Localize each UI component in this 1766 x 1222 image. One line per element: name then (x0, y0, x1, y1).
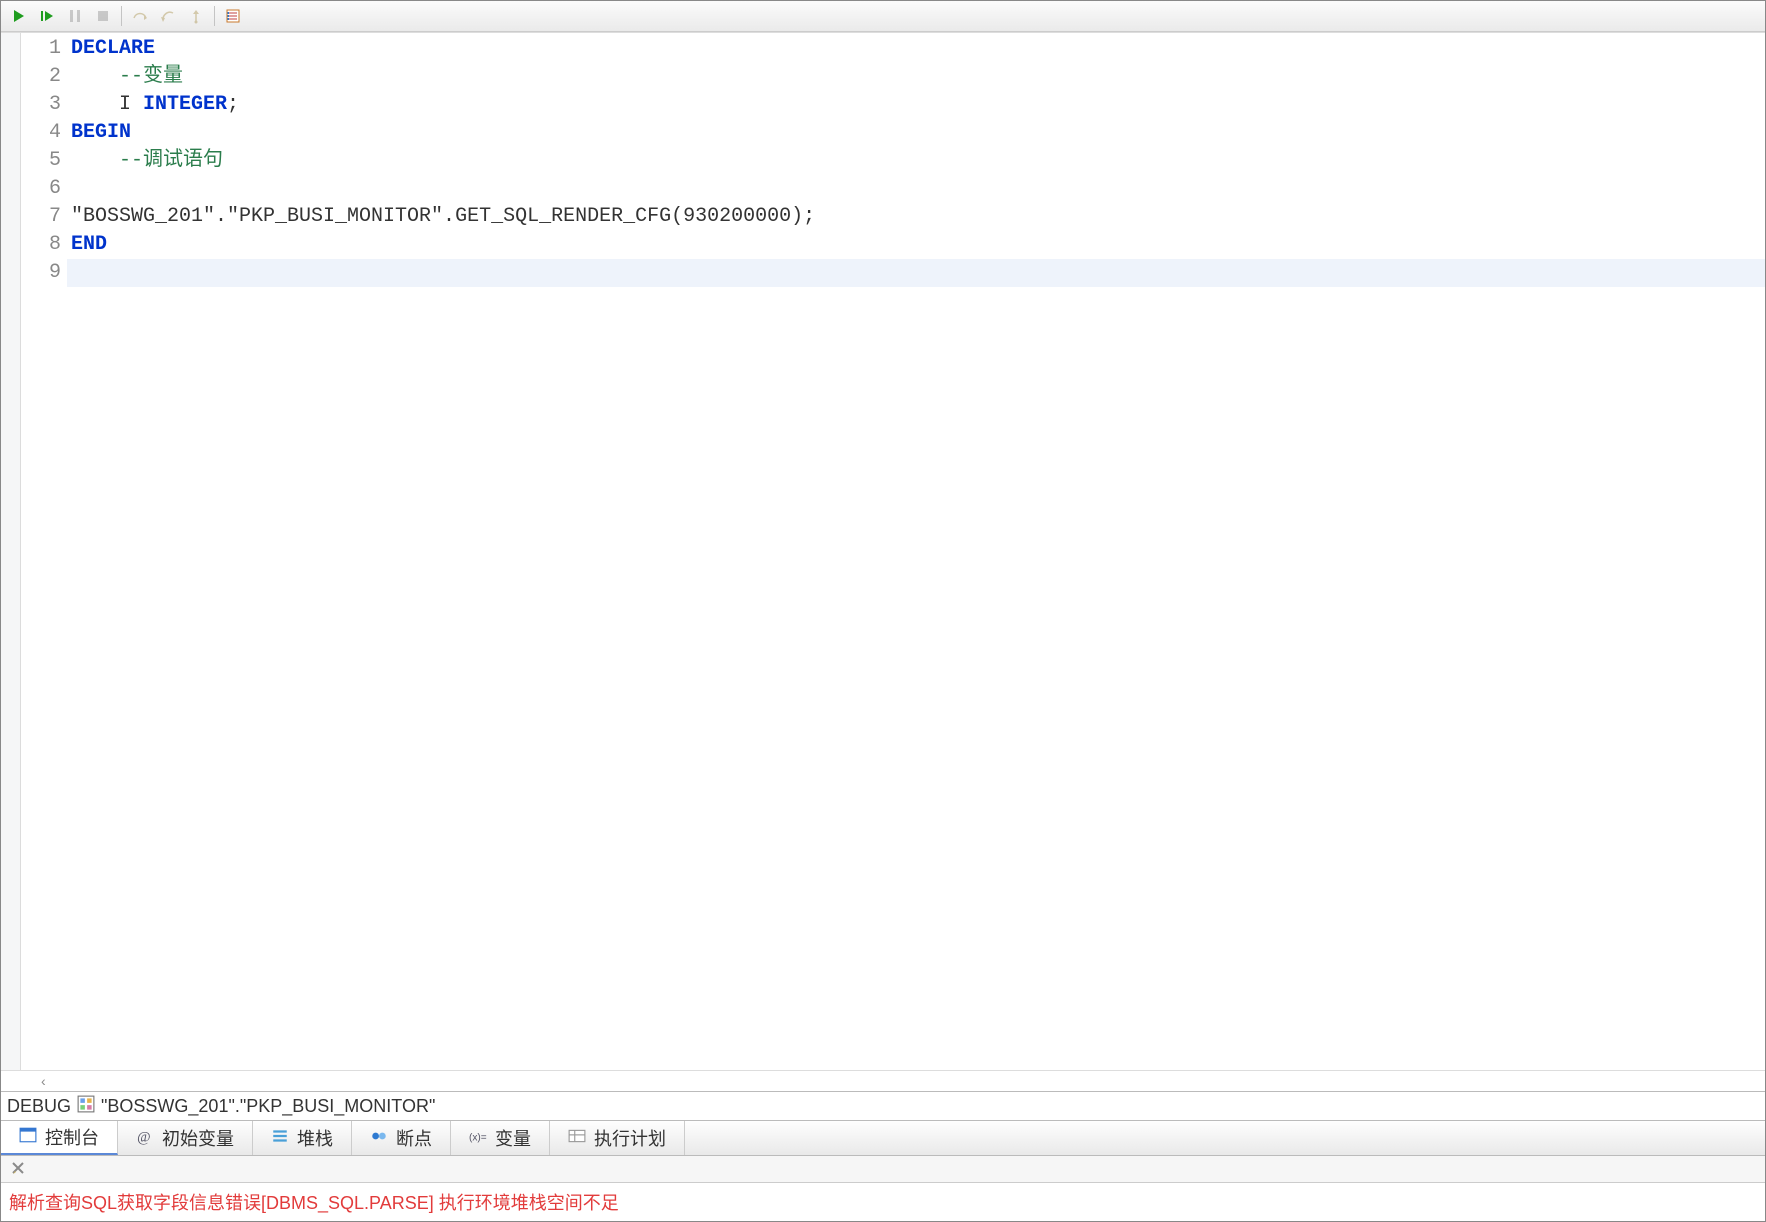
line-content[interactable]: "BOSSWG_201"."PKP_BUSI_MONITOR".GET_SQL_… (67, 203, 1765, 231)
step-into-button[interactable] (35, 4, 59, 28)
line-number: 6 (21, 175, 67, 203)
app-root: 1DECLARE2 --变量3 I INTEGER;4BEGIN5 --调试语句… (0, 0, 1766, 1222)
line-number: 8 (21, 231, 67, 259)
tab-label: 初始变量 (162, 1125, 234, 1151)
step-over-button[interactable] (128, 4, 152, 28)
initvars-icon: @ (136, 1127, 154, 1150)
step-over-icon (132, 8, 148, 24)
clear-console-icon (10, 1160, 26, 1179)
line-content[interactable]: BEGIN (67, 119, 1765, 147)
code-line[interactable]: 6 (21, 175, 1765, 203)
step-out-icon (188, 8, 204, 24)
debug-target: "BOSSWG_201"."PKP_BUSI_MONITOR" (101, 1096, 435, 1117)
line-number: 4 (21, 119, 67, 147)
bottom-tab-bar: 控制台 @ 初始变量 堆栈 断点 (x)= 变量 执行计划 (1, 1121, 1765, 1156)
tab-vars[interactable]: (x)= 变量 (451, 1121, 550, 1155)
step-return-button[interactable] (156, 4, 180, 28)
line-content[interactable]: --变量 (67, 63, 1765, 91)
debug-label: DEBUG (7, 1096, 71, 1117)
tab-label: 变量 (495, 1125, 531, 1151)
code-line[interactable]: ○7"BOSSWG_201"."PKP_BUSI_MONITOR".GET_SQ… (21, 203, 1765, 231)
step-out-button[interactable] (184, 4, 208, 28)
line-content[interactable]: --调试语句 (67, 147, 1765, 175)
line-content[interactable]: I INTEGER; (67, 91, 1765, 119)
stop-button[interactable] (91, 4, 115, 28)
tab-console[interactable]: 控制台 (1, 1121, 118, 1155)
breakpoint-icon (370, 1127, 388, 1150)
tab-stack[interactable]: 堆栈 (253, 1121, 352, 1155)
step-return-icon (160, 8, 176, 24)
pause-icon (67, 8, 83, 24)
run-button[interactable] (7, 4, 31, 28)
debug-options-icon (225, 8, 241, 24)
stop-icon (95, 8, 111, 24)
line-content[interactable] (67, 175, 1765, 203)
code-line[interactable]: 9 (21, 259, 1765, 287)
vars-icon: (x)= (469, 1127, 487, 1150)
console-icon (19, 1126, 37, 1149)
marker-column (1, 33, 21, 1070)
code-line[interactable]: 5 --调试语句 (21, 147, 1765, 175)
plan-icon (568, 1127, 586, 1150)
line-content[interactable]: DECLARE (67, 35, 1765, 63)
tab-label: 断点 (396, 1125, 432, 1151)
line-number: 3 (21, 91, 67, 119)
tab-label: 堆栈 (297, 1125, 333, 1151)
tab-explain[interactable]: 执行计划 (550, 1121, 685, 1155)
tab-label: 控制台 (45, 1124, 99, 1150)
svg-text:@: @ (137, 1129, 150, 1144)
toolbar (1, 1, 1765, 32)
code-line[interactable]: 8END (21, 231, 1765, 259)
debug-options-button[interactable] (221, 4, 245, 28)
chevron-left-icon: ‹ (41, 1073, 46, 1089)
stack-icon (271, 1127, 289, 1150)
debug-status-bar: DEBUG "BOSSWG_201"."PKP_BUSI_MONITOR" (1, 1091, 1765, 1121)
toolbar-separator (121, 6, 122, 26)
step-into-icon (39, 8, 55, 24)
toolbar-separator (214, 6, 215, 26)
code-line[interactable]: 1DECLARE (21, 35, 1765, 63)
pause-button[interactable] (63, 4, 87, 28)
tab-label: 执行计划 (594, 1125, 666, 1151)
line-content[interactable] (67, 259, 1765, 287)
code-line[interactable]: 2 --变量 (21, 63, 1765, 91)
code-line[interactable]: 3 I INTEGER; (21, 91, 1765, 119)
code-editor[interactable]: 1DECLARE2 --变量3 I INTEGER;4BEGIN5 --调试语句… (1, 32, 1765, 1070)
line-number: 7 (21, 203, 67, 231)
line-number: 5 (21, 147, 67, 175)
play-icon (11, 8, 27, 24)
line-content[interactable]: END (67, 231, 1765, 259)
tab-initvars[interactable]: @ 初始变量 (118, 1121, 253, 1155)
console-error-line: 解析查询SQL获取字段信息错误[DBMS_SQL.PARSE] 执行环境堆栈空间… (9, 1189, 1757, 1215)
line-number: 9 (21, 259, 67, 287)
console-toolbar (1, 1156, 1765, 1183)
editor-hscroll[interactable]: ‹ (1, 1070, 1765, 1091)
svg-text:(x)=: (x)= (469, 1132, 487, 1143)
package-icon (77, 1095, 95, 1118)
code-area[interactable]: 1DECLARE2 --变量3 I INTEGER;4BEGIN5 --调试语句… (21, 33, 1765, 1070)
code-line[interactable]: 4BEGIN (21, 119, 1765, 147)
console-output: 解析查询SQL获取字段信息错误[DBMS_SQL.PARSE] 执行环境堆栈空间… (1, 1183, 1765, 1221)
tab-breakpts[interactable]: 断点 (352, 1121, 451, 1155)
clear-console-button[interactable] (7, 1158, 29, 1180)
line-number: 2 (21, 63, 67, 91)
line-number: 1 (21, 35, 67, 63)
